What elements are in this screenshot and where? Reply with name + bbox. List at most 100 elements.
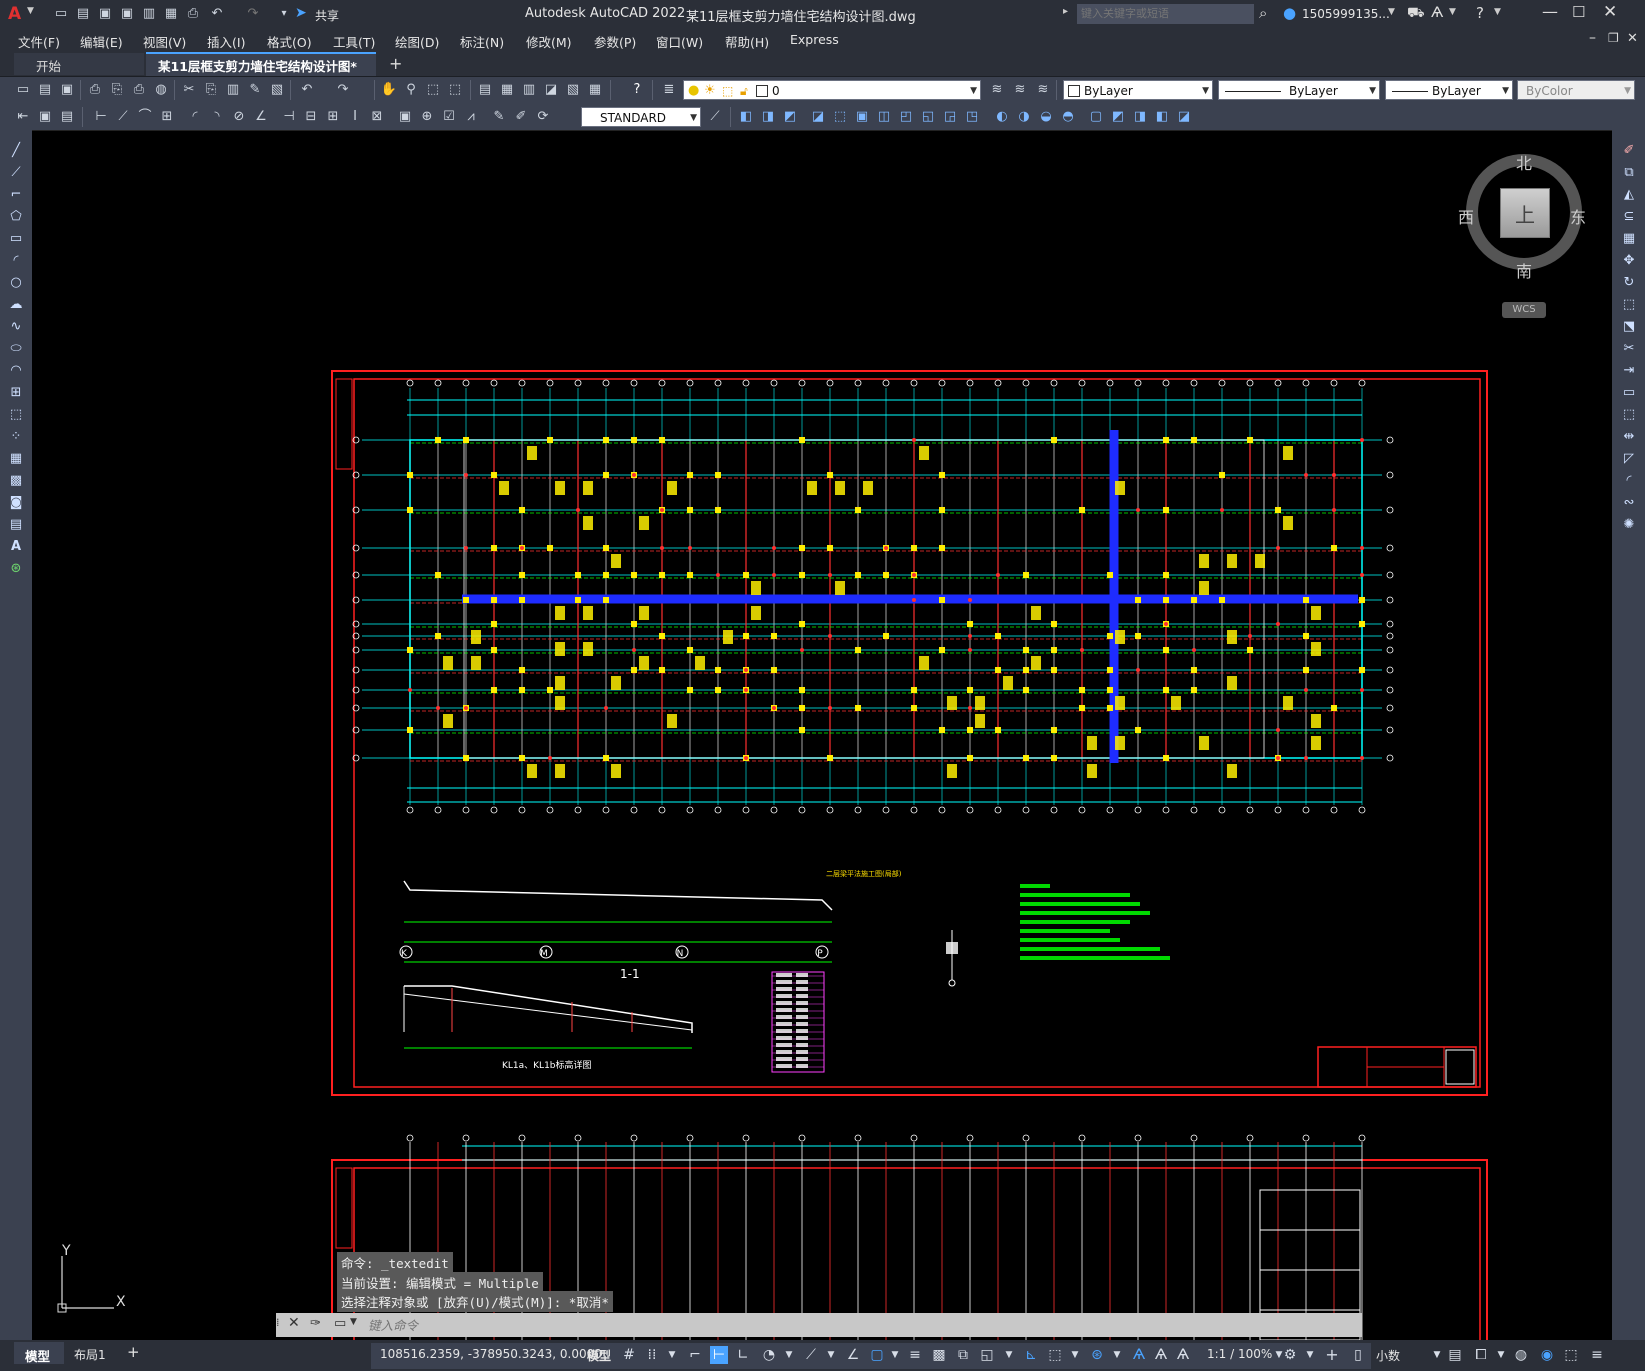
menu-file[interactable]: 文件(F)	[18, 32, 60, 51]
snap-icon[interactable]: ⁞⁞	[643, 1346, 661, 1364]
join-icon[interactable]: ⇹	[1620, 428, 1638, 446]
command-prompt-icon[interactable]: ▭	[334, 1316, 346, 1331]
save-as-icon[interactable]: ▣	[118, 5, 136, 23]
annotation-scale-value[interactable]: 1:1 / 100%	[1207, 1347, 1272, 1361]
close-command-icon[interactable]: ✕	[288, 1315, 300, 1331]
shell-icon[interactable]: ◓	[1059, 108, 1077, 126]
plot-icon[interactable]: ⎙	[184, 5, 202, 23]
stretch-icon[interactable]: ⬔	[1620, 318, 1638, 336]
save-web-icon[interactable]: ▦	[162, 5, 180, 23]
offset-icon[interactable]: ⊆	[1620, 208, 1638, 226]
trim-icon[interactable]: ✂	[1620, 340, 1638, 358]
selection-cycling-icon[interactable]: ⧉	[954, 1346, 972, 1364]
annotation-scale-icon[interactable]: Ѧ	[1174, 1346, 1192, 1364]
properties-icon[interactable]: ▤	[476, 81, 494, 99]
ortho-icon[interactable]: ∟	[734, 1346, 752, 1364]
help-icon[interactable]: ?	[628, 81, 646, 99]
maximize-icon[interactable]: ☐	[1572, 3, 1585, 21]
chevron-down-icon[interactable]: ▼	[1494, 7, 1501, 17]
app-logo-icon[interactable]: A	[8, 4, 21, 24]
linear-dim-icon[interactable]: ⊢	[92, 108, 110, 126]
cart-icon[interactable]: ⛟	[1407, 5, 1425, 23]
dim-edit-icon[interactable]: ✎	[490, 108, 508, 126]
erase-icon[interactable]: ✐	[1620, 142, 1638, 160]
region-icon[interactable]: ◙	[7, 494, 25, 512]
pan-icon[interactable]: ✋	[380, 81, 398, 99]
gradient-icon[interactable]: ▩	[7, 472, 25, 490]
tolerance-icon[interactable]: ▣	[396, 108, 414, 126]
chevron-down-icon[interactable]: ▼	[1388, 7, 1395, 17]
blend-curves-icon[interactable]: ∾	[1620, 494, 1638, 512]
taper-faces-icon[interactable]: ◱	[919, 108, 937, 126]
move-faces-icon[interactable]: ⬚	[831, 108, 849, 126]
copy-faces-icon[interactable]: ◲	[941, 108, 959, 126]
isodraft-icon[interactable]: ⟋	[802, 1346, 820, 1364]
chevron-down-icon[interactable]: ▼	[663, 1346, 681, 1364]
graphics-performance-icon[interactable]: ◉	[1538, 1346, 1556, 1364]
dim-space-icon[interactable]: Ⅰ	[346, 108, 364, 126]
selection-filter-icon[interactable]: ⬚	[1046, 1346, 1064, 1364]
layer-freeze-icon[interactable]: ☀	[704, 81, 716, 101]
textstyle-dropdown[interactable]: STANDARD ▼	[581, 107, 701, 127]
dim-style-manager-icon[interactable]: ⟋	[706, 108, 724, 126]
spline-icon[interactable]: ∿	[7, 318, 25, 336]
chevron-down-icon[interactable]: ▼	[1066, 1346, 1084, 1364]
layer-lock-icon[interactable]: 🔓︎	[740, 81, 748, 101]
menu-parametric[interactable]: 参数(P)	[594, 32, 636, 51]
jogged-dim-icon[interactable]: ◝	[208, 108, 226, 126]
chevron-down-icon[interactable]: ▼	[1502, 81, 1509, 101]
undo-icon[interactable]: ↶	[298, 81, 316, 99]
layer-on-icon[interactable]: ●	[688, 81, 699, 101]
menu-view[interactable]: 视图(V)	[143, 32, 186, 51]
user-icon[interactable]: ●	[1283, 4, 1296, 22]
chamfer-icon[interactable]: ◸	[1620, 450, 1638, 468]
hatch-icon[interactable]: ▦	[7, 450, 25, 468]
match-properties-icon[interactable]: ✎	[246, 81, 264, 99]
doc-restore-icon[interactable]: ❐	[1608, 31, 1619, 45]
solid-intersect-icon[interactable]: ◩	[781, 108, 799, 126]
continue-dim-icon[interactable]: ⊞	[324, 108, 342, 126]
construction-line-icon[interactable]: ⟋	[7, 164, 25, 182]
gizmo-icon[interactable]: ⊛	[1088, 1346, 1106, 1364]
menu-tools[interactable]: 工具(T)	[333, 32, 375, 51]
dynamic-ucs-icon[interactable]: ⊾	[1022, 1346, 1040, 1364]
zoom-previous-icon[interactable]: ⬚	[446, 81, 464, 99]
delete-faces-icon[interactable]: ◫	[875, 108, 893, 126]
auto-scale-icon[interactable]: Ѧ	[1152, 1346, 1170, 1364]
layer-properties-icon[interactable]: ≣	[660, 81, 678, 99]
grip-icon[interactable]: ⁞	[276, 1316, 280, 1329]
workspace-gear-icon[interactable]: ⚙	[1281, 1346, 1299, 1364]
section-icon[interactable]: ◨	[1131, 108, 1149, 126]
command-input[interactable]	[366, 1315, 1340, 1337]
layer-previous-icon[interactable]: ≋	[1011, 81, 1029, 99]
revolve-icon[interactable]: ◪	[1175, 108, 1193, 126]
3d-osnap-icon[interactable]: ◱	[978, 1346, 996, 1364]
menu-express[interactable]: Express	[790, 32, 839, 47]
chevron-down-icon[interactable]: ▼	[822, 1346, 840, 1364]
quick-properties-icon[interactable]: ▤	[1446, 1346, 1464, 1364]
chevron-down-icon[interactable]: ▼	[1000, 1346, 1018, 1364]
menu-window[interactable]: 窗口(W)	[656, 32, 703, 51]
array-icon[interactable]: ▦	[1620, 230, 1638, 248]
dim-override-icon[interactable]: ▤	[58, 108, 76, 126]
lineweight-dropdown[interactable]: ByLayer ▼	[1385, 80, 1513, 100]
annotation-monitor-icon[interactable]: +	[1323, 1346, 1341, 1364]
cut-icon[interactable]: ✂	[180, 81, 198, 99]
search-input[interactable]	[1077, 4, 1254, 24]
clean-icon[interactable]: ◑	[1015, 108, 1033, 126]
multiline-text-icon[interactable]: A	[7, 538, 25, 556]
aligned-dim-icon[interactable]: ⟋	[114, 108, 132, 126]
layout-tab[interactable]: 布局1	[74, 1346, 106, 1363]
object-snap-tracking-icon[interactable]: ∠	[844, 1346, 862, 1364]
menu-help[interactable]: 帮助(H)	[725, 32, 769, 51]
interfere-icon[interactable]: ◧	[1153, 108, 1171, 126]
rectangle-icon[interactable]: ▭	[7, 230, 25, 248]
drawing-canvas[interactable]: K M N P 1-1 KL1a、KL1b标高详图 二层梁平法施工图(局部)	[32, 130, 1612, 1340]
chevron-right-icon[interactable]: ▸	[1063, 6, 1068, 17]
dim-update-icon[interactable]: ⟳	[534, 108, 552, 126]
plot-icon[interactable]: ⎙	[86, 81, 104, 99]
polyline-icon[interactable]: ⌐	[7, 186, 25, 204]
layer-viewport-icon[interactable]: ⬚	[722, 81, 733, 101]
extrude-faces-icon[interactable]: ◪	[809, 108, 827, 126]
ordinate-dim-icon[interactable]: ⊞	[158, 108, 176, 126]
